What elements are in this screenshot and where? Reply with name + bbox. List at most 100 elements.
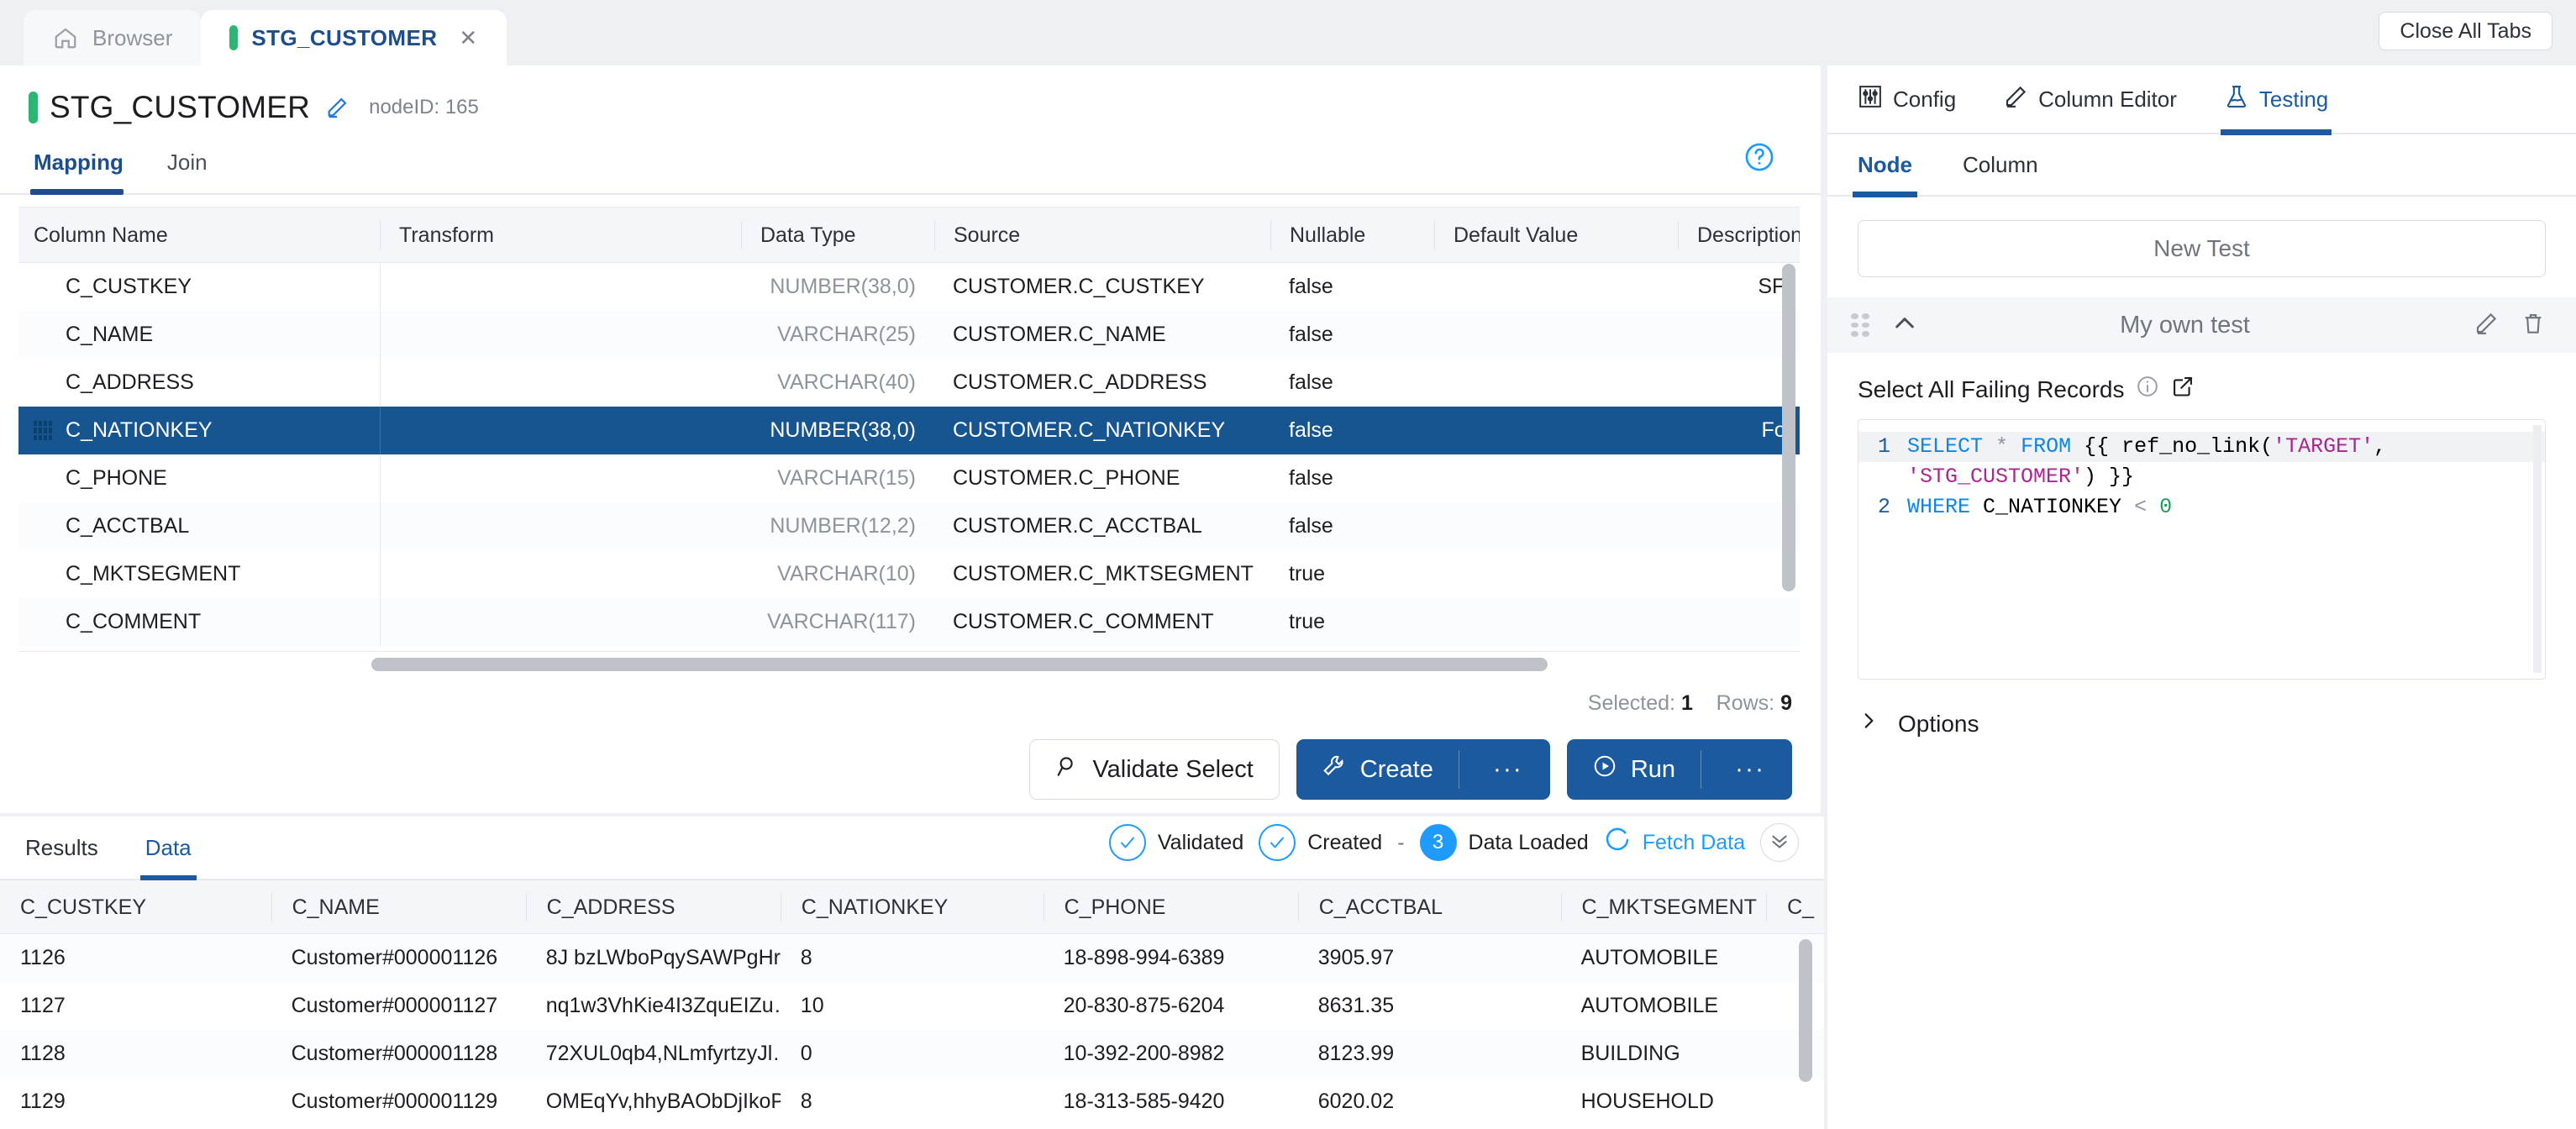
data-col-header[interactable]: C_NAME (271, 892, 526, 922)
home-icon (52, 25, 79, 50)
table-row[interactable]: C_COMMENT VARCHAR(117) CUSTOMER.C_COMMENT t… (18, 598, 1800, 646)
tab-data[interactable]: Data (139, 816, 197, 881)
table-row[interactable]: C_ADDRESS VARCHAR(40) CUSTOMER.C_ADDRESS fa… (18, 359, 1800, 407)
status-created[interactable]: Created (1259, 824, 1382, 861)
sql-editor[interactable]: 1 SELECT * FROM {{ ref_no_link('TARGET',… (1858, 419, 2546, 680)
chevron-up-icon[interactable] (1891, 310, 1918, 341)
table-row[interactable]: C_ACCTBAL NUMBER(12,2) CUSTOMER.C_ACCTBAL f… (18, 502, 1800, 550)
external-link-icon[interactable] (2171, 375, 2195, 404)
status-data-loaded[interactable]: 3 Data Loaded (1419, 824, 1589, 861)
info-circle-icon[interactable] (2136, 375, 2159, 404)
question-circle-icon[interactable] (1743, 141, 1775, 173)
data-col-header[interactable]: C_NATIONKEY (780, 892, 1044, 922)
tab-stg-customer[interactable]: STG_CUSTOMER ✕ (201, 10, 507, 66)
col-header-default[interactable]: Default Value (1434, 220, 1678, 249)
cell-source: CUSTOMER.C_COMMENT (953, 610, 1214, 633)
col-header-description[interactable]: Description (1678, 220, 1800, 249)
data-col-header[interactable]: C_PHONE (1043, 892, 1298, 922)
tab-column-editor-label: Column Editor (2038, 86, 2177, 112)
main-panel: STG_CUSTOMER nodeID: 165 Mapping Join Co… (0, 66, 1824, 813)
table-row[interactable]: 1129 Customer#000001129 OMEqYv,hhyBAObDjIk… (0, 1078, 1824, 1126)
subtab-node[interactable]: Node (1853, 134, 1917, 197)
data-grid: C_CUSTKEY C_NAME C_ADDRESS C_NATIONKEY C_PHO… (0, 880, 1824, 1126)
tab-data-label: Data (145, 834, 192, 860)
tab-column-editor[interactable]: Column Editor (2003, 65, 2177, 134)
tab-results[interactable]: Results (25, 816, 98, 880)
bottom-tab-strip: Results Data Validated Created - 3 Data … (0, 816, 1824, 881)
cell-data-type: NUMBER(12,2) (770, 514, 916, 538)
cell-nullable: false (1289, 514, 1333, 538)
validate-select-button[interactable]: Validate Select (1029, 739, 1280, 800)
table-row[interactable]: C_NAME VARCHAR(25) CUSTOMER.C_NAME false (18, 311, 1800, 359)
status-validated-label: Validated (1157, 830, 1244, 854)
status-validated[interactable]: Validated (1108, 824, 1244, 861)
data-col-header[interactable]: C_ACCTBAL (1297, 892, 1561, 922)
chevron-right-icon (1858, 710, 1879, 738)
tab-join[interactable]: Join (160, 143, 226, 193)
cell-column-name: C_COMMENT (66, 610, 202, 633)
pencil-icon[interactable] (325, 96, 349, 119)
code-line-2: 2 WHERE C_NATIONKEY < 0 (1858, 492, 2545, 522)
create-button[interactable]: Create ··· (1296, 739, 1550, 800)
status-separator: - (1397, 830, 1405, 854)
data-grid-header: C_CUSTKEY C_NAME C_ADDRESS C_NATIONKEY C_PHO… (0, 880, 1824, 934)
code-line-1: 1 SELECT * FROM {{ ref_no_link('TARGET', (1858, 432, 2545, 462)
tab-config[interactable]: Config (1858, 65, 1956, 134)
col-header-data-type[interactable]: Data Type (741, 220, 934, 249)
data-col-header[interactable]: C_ (1766, 892, 1824, 922)
data-cell: 1127 (20, 994, 66, 1017)
drag-dots-icon[interactable] (1851, 313, 1869, 337)
data-col-header[interactable]: C_ADDRESS (525, 892, 781, 922)
table-row[interactable]: 1128 Customer#000001128 72XUL0qb4,NLmfyrtz… (0, 1030, 1824, 1078)
node-status-accent-icon (29, 92, 38, 123)
mapping-grid-vertical-scrollbar[interactable] (1782, 264, 1795, 591)
table-row[interactable]: 1126 Customer#000001126 8J bzLWboPqySAWPgH… (0, 934, 1824, 982)
data-col-header[interactable]: C_MKTSEGMENT (1560, 892, 1767, 922)
table-row[interactable]: C_NATIONKEY NUMBER(38,0) CUSTOMER.C_NATION… (18, 407, 1800, 454)
collapse-panel-button[interactable] (1760, 823, 1799, 862)
tab-testing[interactable]: Testing (2220, 65, 2332, 135)
tab-browser[interactable]: Browser (24, 10, 202, 66)
sql-token: ) }} (2084, 465, 2135, 489)
run-label: Run (1630, 755, 1676, 783)
data-col-header[interactable]: C_CUSTKEY (0, 893, 271, 922)
table-row[interactable]: C_PHONE VARCHAR(15) CUSTOMER.C_PHONE false (18, 454, 1800, 502)
new-test-button[interactable]: New Test (1858, 220, 2546, 277)
cell-data-type: NUMBER(38,0) (770, 418, 916, 442)
run-more-button[interactable]: ··· (1720, 757, 1780, 782)
close-icon[interactable]: ✕ (459, 25, 477, 51)
fetch-data-button[interactable]: Fetch Data (1604, 827, 1745, 859)
cell-column-name: C_MKTSEGMENT (66, 562, 241, 586)
options-section-toggle[interactable]: Options (1827, 680, 2576, 738)
validate-select-label: Validate Select (1092, 755, 1254, 783)
data-cell: Customer#000001129 (291, 1090, 498, 1113)
scrollbar-thumb[interactable] (371, 657, 1548, 671)
tab-join-label: Join (166, 150, 208, 175)
sql-editor-scrollbar[interactable] (2533, 425, 2542, 673)
mapping-grid-horizontal-scrollbar[interactable] (18, 651, 1800, 676)
close-all-tabs-button[interactable]: Close All Tabs (2379, 12, 2552, 50)
col-header-nullable[interactable]: Nullable (1270, 220, 1434, 249)
subtab-column[interactable]: Column (1963, 134, 2038, 196)
pencil-icon[interactable] (2473, 311, 2499, 340)
run-button[interactable]: Run ··· (1566, 739, 1792, 800)
cell-transform (380, 454, 741, 502)
table-row[interactable]: C_CUSTKEY NUMBER(38,0) CUSTOMER.C_CUSTKEY f… (18, 263, 1800, 311)
bottom-panel: Results Data Validated Created - 3 Data … (0, 817, 1824, 1129)
trash-icon[interactable] (2521, 311, 2546, 340)
page-header: STG_CUSTOMER nodeID: 165 (0, 66, 1821, 131)
test-item-header[interactable]: My own test (1827, 297, 2576, 353)
data-cell: 3905.97 (1317, 946, 1395, 969)
cell-nullable: true (1289, 562, 1326, 586)
col-header-source[interactable]: Source (934, 220, 1270, 249)
table-row[interactable]: 1127 Customer#000001127 nq1w3VhKie4I3ZquEI… (0, 982, 1824, 1030)
mapping-grid-body: C_CUSTKEY NUMBER(38,0) CUSTOMER.C_CUSTKEY f… (18, 263, 1800, 646)
create-more-button[interactable]: ··· (1478, 757, 1538, 782)
drag-dots-icon[interactable] (34, 420, 52, 441)
tab-mapping[interactable]: Mapping (27, 143, 142, 195)
table-row[interactable]: C_MKTSEGMENT VARCHAR(10) CUSTOMER.C_MKTSEG… (18, 550, 1800, 598)
col-header-transform[interactable]: Transform (380, 220, 741, 249)
tab-config-label: Config (1893, 86, 1957, 112)
col-header-column-name[interactable]: Column Name (18, 221, 380, 249)
data-grid-vertical-scrollbar[interactable] (1799, 939, 1812, 1082)
